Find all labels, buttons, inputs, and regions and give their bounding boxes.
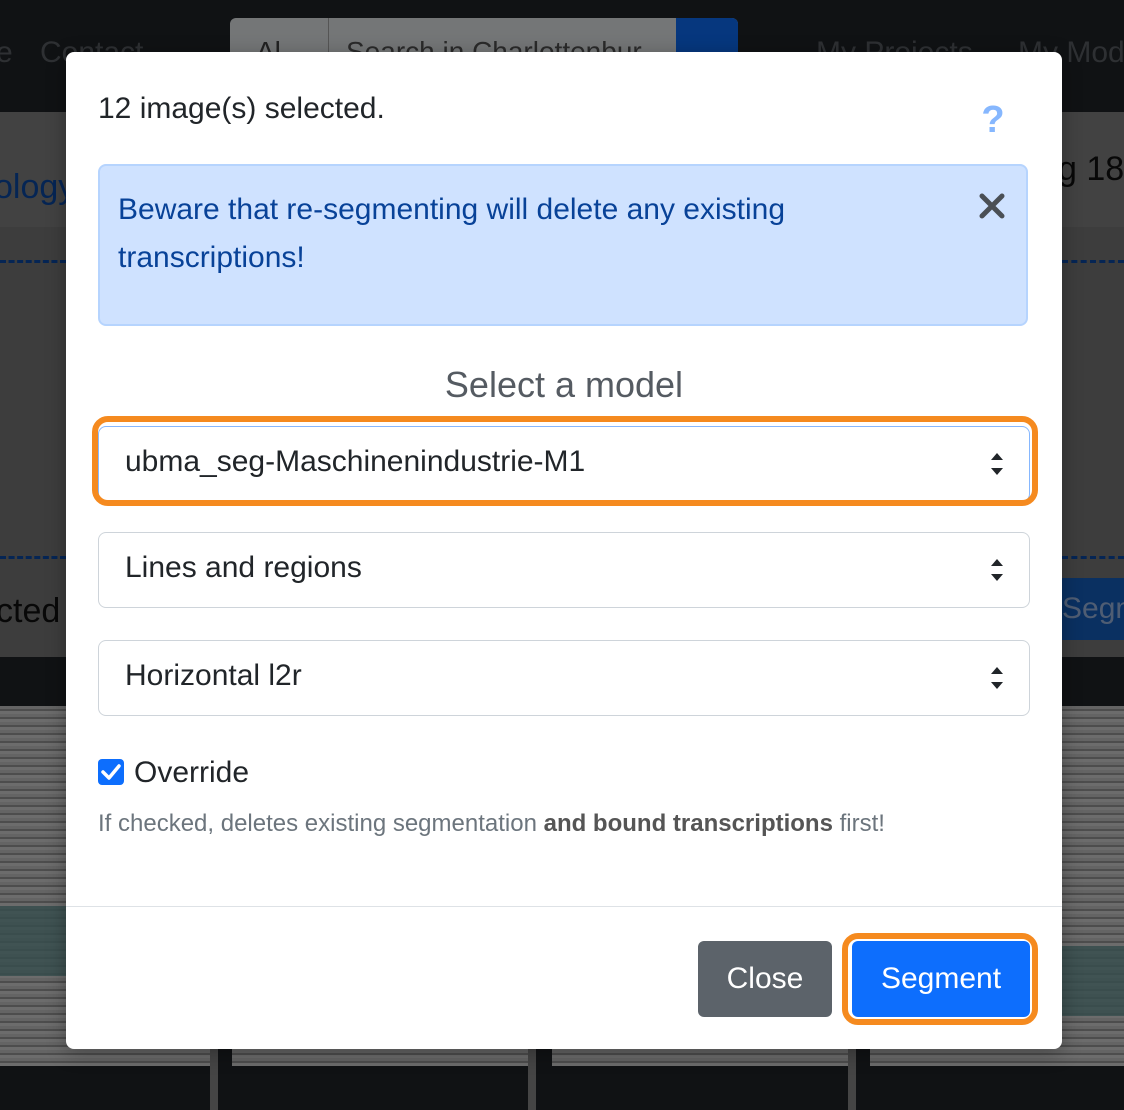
model-select[interactable]: ubma_seg-Maschinenindustrie-M1: [98, 426, 1030, 502]
question-icon[interactable]: ?: [978, 100, 1008, 140]
warning-alert: Beware that re-segmenting will delete an…: [98, 164, 1028, 326]
modal-footer-divider: [66, 906, 1062, 907]
segment-modal: 12 image(s) selected. ? Beware that re-s…: [66, 52, 1062, 1049]
close-button[interactable]: Close: [698, 941, 832, 1017]
steps-select[interactable]: Lines and regions: [98, 532, 1030, 608]
selection-count: 12 image(s) selected.: [98, 92, 385, 125]
select-model-heading: Select a model: [444, 364, 684, 405]
alert-message: Beware that re-segmenting will delete an…: [118, 193, 786, 274]
override-label[interactable]: Override: [134, 756, 249, 790]
override-help-text: If checked, deletes existing segmentatio…: [98, 810, 885, 837]
text-direction-select-value: Horizontal l2r: [125, 659, 302, 692]
select-arrows-icon: [991, 559, 1003, 581]
override-checkbox[interactable]: [98, 759, 124, 785]
segment-button[interactable]: Segment: [852, 941, 1030, 1017]
select-arrows-icon: [991, 667, 1003, 689]
model-select-value: ubma_seg-Maschinenindustrie-M1: [125, 445, 586, 478]
steps-select-value: Lines and regions: [125, 551, 362, 584]
select-arrows-icon: [991, 453, 1003, 475]
close-icon[interactable]: [976, 190, 1008, 222]
check-icon: [101, 764, 121, 780]
text-direction-select[interactable]: Horizontal l2r: [98, 640, 1030, 716]
